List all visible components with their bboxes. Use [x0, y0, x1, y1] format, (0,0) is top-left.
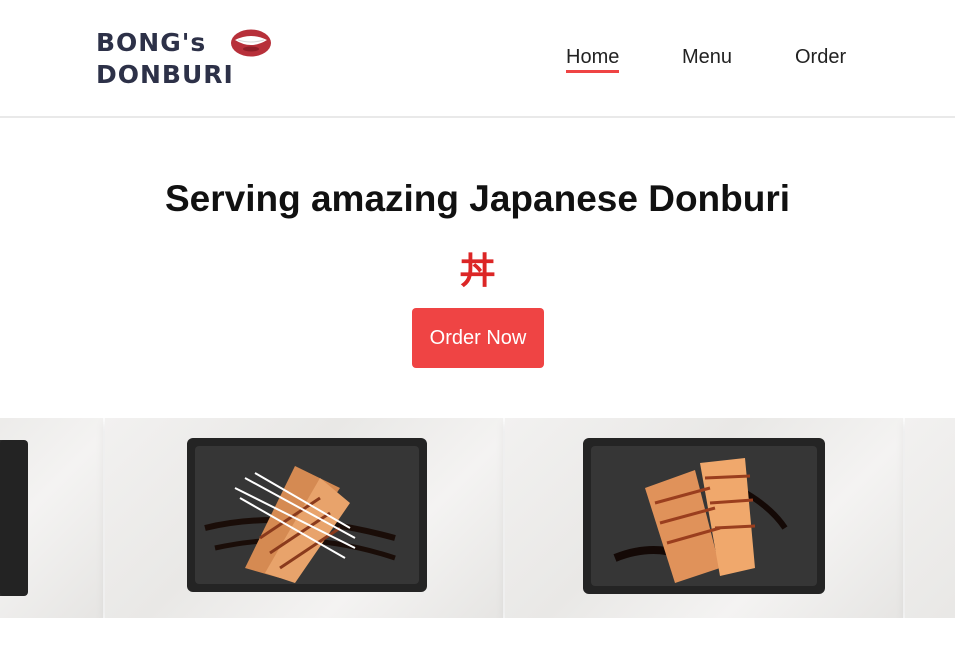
site-header: BONG's DONBURI Home Menu Order [0, 0, 955, 118]
gallery-image-partial-right [905, 418, 955, 618]
main-nav: Home Menu Order [0, 46, 955, 76]
gallery-image-eel-radish [105, 418, 503, 618]
gallery-image-eel-sauce [505, 418, 903, 618]
nav-home-link[interactable]: Home [566, 46, 620, 73]
food-gallery [0, 418, 955, 618]
donburi-kanji: 丼 [459, 251, 496, 292]
gallery-image-partial-left [0, 418, 103, 618]
nav-order-link[interactable]: Order [795, 46, 846, 69]
order-now-button[interactable]: Order Now [412, 308, 544, 368]
nav-menu-link[interactable]: Menu [682, 46, 732, 69]
hero-title: Serving amazing Japanese Donburi [164, 178, 791, 219]
